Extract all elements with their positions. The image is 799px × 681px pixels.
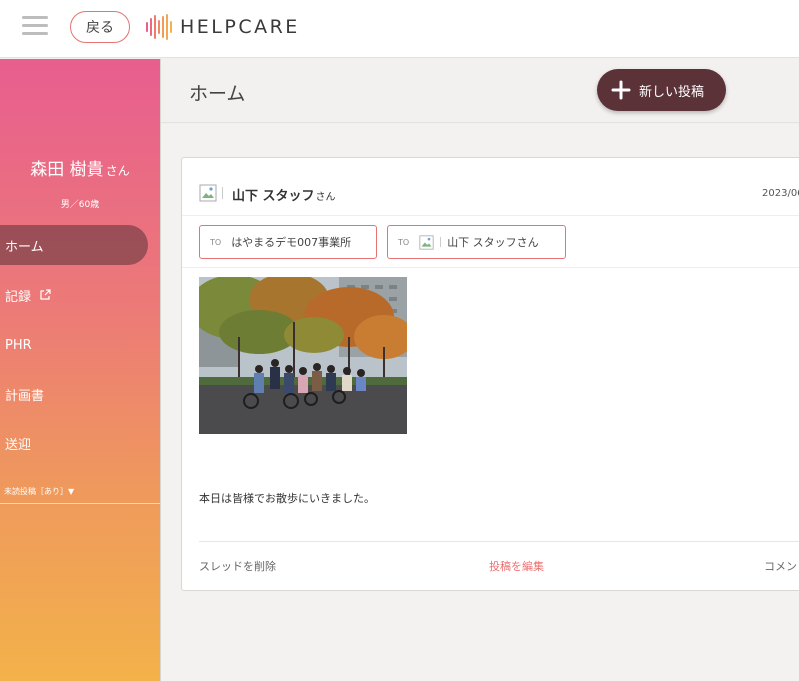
recipient-chip-office[interactable]: TO はやまるデモ007事業所: [199, 225, 377, 259]
plus-icon: [611, 80, 631, 100]
to-label: TO: [210, 237, 222, 247]
post-date: 2023/06: [762, 188, 799, 199]
sidebar-item-label: 計画書: [5, 388, 45, 404]
sidebar-item-label: ホーム: [5, 239, 44, 255]
main-header: ホーム 新しい投稿: [161, 59, 799, 123]
post-card: 山下 スタッフさん 2023/06 TO はやまるデモ007事業所 TO 山下 …: [181, 157, 799, 591]
sidebar: 森田 樹貴 さん 男／60歳 ホーム 記録 PHR 計画書 送迎 未読投稿［あり］…: [0, 59, 160, 681]
user-name: 森田 樹貴 さん: [0, 155, 160, 180]
new-post-label: 新しい投稿: [639, 84, 705, 100]
post-recipients: TO はやまるデモ007事業所 TO 山下 スタッフさん: [182, 216, 799, 268]
recipient-name: はやまるデモ007事業所: [231, 236, 352, 249]
delete-thread-link[interactable]: スレッドを削除: [199, 558, 276, 574]
sidebar-item-plans[interactable]: 計画書: [0, 374, 148, 414]
sidebar-item-label: PHR: [5, 337, 32, 353]
unread-filter-toggle[interactable]: 未読投稿［あり］▼: [4, 486, 74, 497]
edit-post-link[interactable]: 投稿を編集: [489, 558, 544, 574]
sidebar-item-label: 記録: [5, 289, 32, 305]
helpcare-logo: HELPCARE: [146, 13, 300, 41]
sidebar-item-records[interactable]: 記録: [0, 275, 148, 315]
top-bar: 戻る HELPCARE: [0, 0, 799, 58]
recipient-name: 山下 スタッフさん: [447, 236, 539, 249]
sidebar-item-label: 送迎: [5, 437, 32, 453]
external-link-icon: [40, 289, 51, 300]
broken-image-avatar-icon: [199, 184, 217, 202]
logo-mark-icon: [146, 13, 172, 41]
new-post-button[interactable]: 新しい投稿: [597, 69, 726, 111]
post-body: 本日は皆様でお散歩にいきました。: [199, 492, 375, 505]
back-button[interactable]: 戻る: [70, 11, 130, 43]
post-photo-group-walk[interactable]: [199, 277, 407, 434]
post-divider: [199, 541, 799, 542]
user-name-text: 森田 樹貴: [30, 160, 104, 180]
post-author-suffix: さん: [315, 192, 336, 203]
post-author-name: 山下 スタッフ: [232, 189, 315, 204]
sidebar-divider: [0, 503, 160, 504]
sidebar-item-phr[interactable]: PHR: [0, 325, 148, 365]
to-label: TO: [398, 237, 410, 247]
recipient-chip-staff[interactable]: TO 山下 スタッフさん: [387, 225, 566, 259]
user-gender-age: 男／60歳: [60, 200, 100, 210]
logo-text: HELPCARE: [180, 16, 300, 38]
sidebar-item-transport[interactable]: 送迎: [0, 423, 148, 463]
sidebar-item-home[interactable]: ホーム: [0, 225, 148, 265]
post-header: 山下 スタッフさん 2023/06: [182, 158, 799, 216]
user-name-suffix: さん: [105, 164, 130, 178]
broken-image-avatar-icon: [419, 234, 434, 250]
hamburger-menu-icon[interactable]: [22, 15, 48, 37]
post-author: 山下 スタッフさん: [232, 185, 336, 204]
page-title: ホーム: [189, 83, 246, 105]
comment-link[interactable]: コメン: [764, 558, 797, 574]
